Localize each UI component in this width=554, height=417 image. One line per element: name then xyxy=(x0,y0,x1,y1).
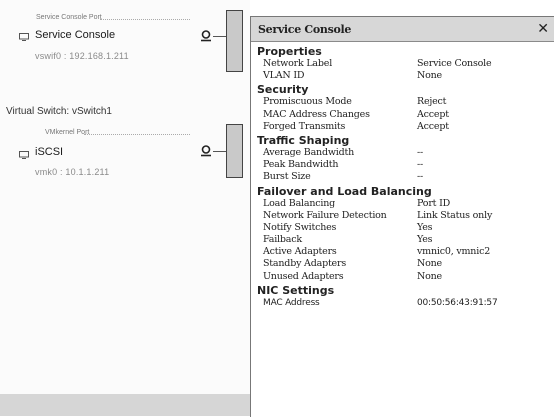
property-key: Load Balancing xyxy=(263,197,336,209)
property-row: Burst Size -- xyxy=(257,171,554,183)
property-row: Average Bandwidth -- xyxy=(257,147,554,159)
port-type-label: VMkernel Port xyxy=(45,129,90,136)
property-value: Link Status only xyxy=(417,209,493,221)
port-group-name-iscsi[interactable]: iSCSI xyxy=(35,146,63,158)
property-value: Accept xyxy=(417,120,449,132)
property-row: Active Adapters vmnic0, vmnic2 xyxy=(257,246,554,258)
property-row: MAC Address Changes Accept xyxy=(257,109,554,121)
property-key: MAC Address xyxy=(263,297,320,308)
section-heading: Traffic Shaping xyxy=(257,133,350,147)
property-value: None xyxy=(417,270,442,282)
property-value: None xyxy=(417,70,442,82)
property-row: VLAN ID None xyxy=(257,70,554,82)
property-value: vmnic0, vmnic2 xyxy=(417,246,491,258)
property-value: -- xyxy=(417,146,424,158)
property-key: Unused Adapters xyxy=(263,270,344,282)
property-key: VLAN ID xyxy=(263,70,305,82)
property-row: Promiscuous Mode Reject xyxy=(257,96,554,108)
network-connection-icon xyxy=(201,30,211,42)
property-key: Active Adapters xyxy=(263,246,337,258)
network-diagram: Service Console Port Service Console vsw… xyxy=(0,0,250,416)
monitor-icon xyxy=(19,33,29,41)
property-value: Reject xyxy=(417,96,447,108)
property-key: Network Failure Detection xyxy=(263,209,387,221)
property-value: None xyxy=(417,258,442,270)
property-row: MAC Address 00:50:56:43:91:57 xyxy=(257,297,554,309)
property-value: -- xyxy=(417,159,424,171)
property-row: Peak Bandwidth -- xyxy=(257,159,554,171)
popup-title: Service Console xyxy=(258,22,352,36)
port-type-label: Service Console Port xyxy=(36,14,102,21)
port-properties-popup: Service Console ✕ Properties Network Labe… xyxy=(250,16,554,417)
property-row: Load Balancing Port ID xyxy=(257,198,554,210)
property-value: Yes xyxy=(417,221,433,233)
property-row: Standby Adapters None xyxy=(257,258,554,270)
port-interface-address: vmk0 : 10.1.1.211 xyxy=(35,167,110,177)
port-divider xyxy=(84,134,190,135)
property-key: Forged Transmits xyxy=(263,120,346,132)
section-heading: NIC Settings xyxy=(257,283,335,297)
property-value: 00:50:56:43:91:57 xyxy=(417,297,498,308)
popup-title-bar: Service Console ✕ xyxy=(251,17,554,42)
port-group-name-service-console[interactable]: Service Console xyxy=(35,29,115,41)
properties-list: Properties Network Label Service Console VL… xyxy=(251,42,554,309)
virtual-switch-box[interactable] xyxy=(226,10,243,72)
vswitch-title: Virtual Switch: vSwitch1 xyxy=(6,106,112,117)
monitor-icon xyxy=(19,151,29,159)
property-value: Yes xyxy=(417,234,433,246)
property-key: MAC Address Changes xyxy=(263,108,370,120)
bottom-bar xyxy=(0,394,250,416)
property-value: Accept xyxy=(417,108,449,120)
virtual-switch-box[interactable] xyxy=(226,124,243,178)
property-key: Standby Adapters xyxy=(263,258,347,270)
property-key: Failback xyxy=(263,234,302,246)
port-divider xyxy=(100,19,190,20)
property-key: Peak Bandwidth xyxy=(263,159,339,171)
section-heading: Properties xyxy=(257,45,322,58)
property-row: Network Label Service Console xyxy=(257,58,554,70)
property-value: Service Console xyxy=(417,58,492,69)
property-row: Network Failure Detection Link Status onl… xyxy=(257,210,554,222)
connector-line xyxy=(213,151,226,152)
property-key: Network Label xyxy=(263,58,333,69)
close-icon[interactable]: ✕ xyxy=(537,22,549,36)
network-connection-icon xyxy=(201,145,211,157)
property-row: Notify Switches Yes xyxy=(257,222,554,234)
property-row: Forged Transmits Accept xyxy=(257,121,554,133)
property-value: -- xyxy=(417,171,424,183)
property-value: Port ID xyxy=(417,197,451,209)
property-key: Average Bandwidth xyxy=(263,146,355,158)
section-heading: Failover and Load Balancing xyxy=(257,184,432,198)
port-interface-address: vswif0 : 192.168.1.211 xyxy=(35,51,129,61)
property-row: Failback Yes xyxy=(257,234,554,246)
property-key: Promiscuous Mode xyxy=(263,96,352,108)
property-key: Notify Switches xyxy=(263,221,337,233)
property-row: Unused Adapters None xyxy=(257,271,554,283)
connector-line xyxy=(213,36,226,37)
section-heading: Security xyxy=(257,83,309,97)
property-key: Burst Size xyxy=(263,171,311,183)
